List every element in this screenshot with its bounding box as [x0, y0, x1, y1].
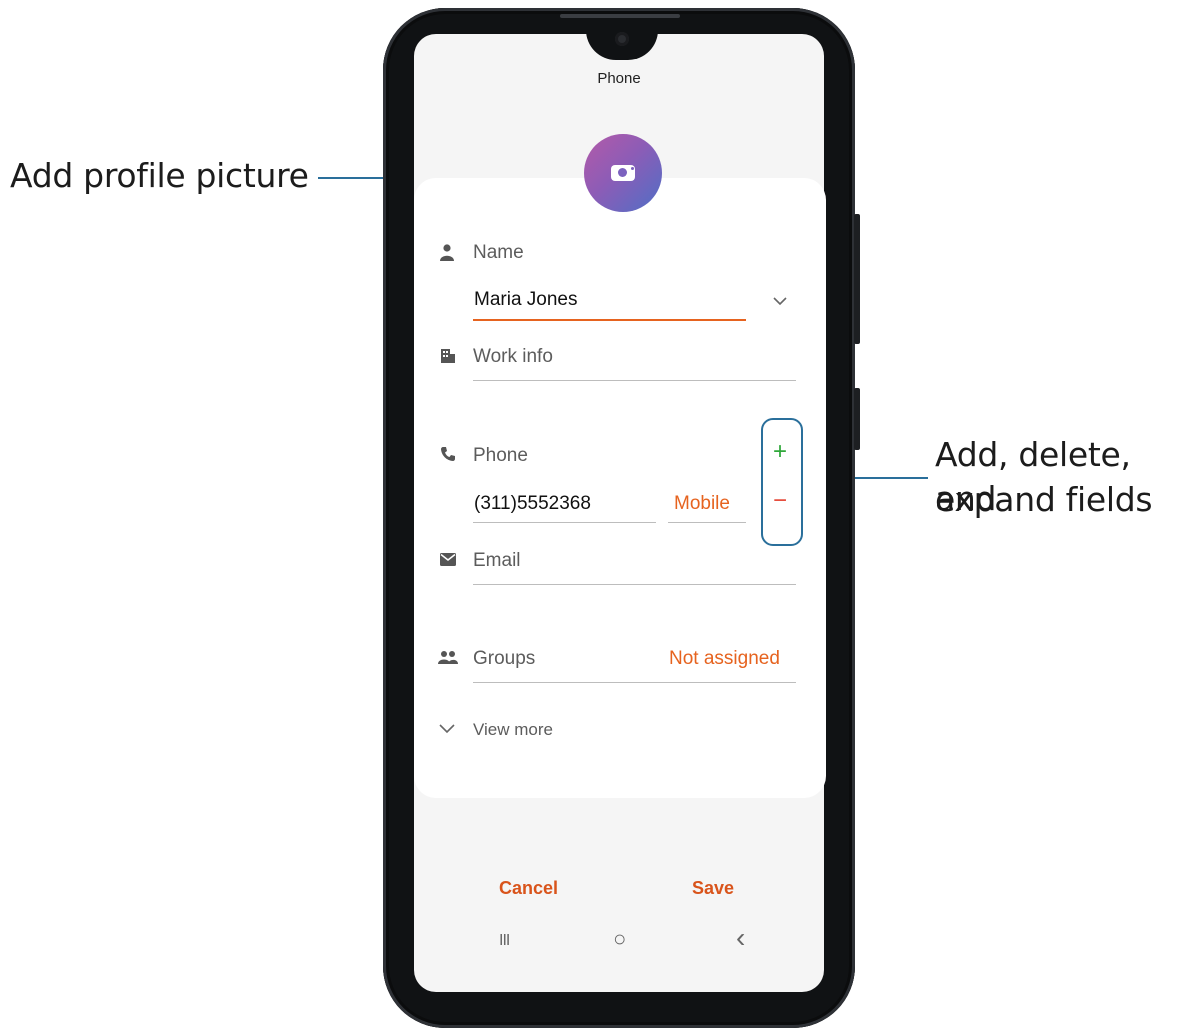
- earpiece-slot: [560, 14, 680, 18]
- email-icon: [440, 553, 456, 566]
- chevron-down-icon[interactable]: [772, 296, 788, 306]
- groups-label: Groups: [473, 648, 536, 669]
- work-info-field[interactable]: Work info: [473, 346, 553, 368]
- building-icon: [441, 349, 455, 363]
- name-underline: [473, 319, 746, 321]
- cancel-button[interactable]: Cancel: [499, 878, 558, 899]
- phone-icon: [441, 447, 455, 461]
- person-icon: [440, 244, 454, 261]
- work-info-underline: [473, 380, 796, 381]
- view-more-button[interactable]: View more: [473, 720, 553, 740]
- phone-type-select[interactable]: Mobile: [674, 493, 730, 515]
- home-nav-button[interactable]: ○: [613, 926, 626, 952]
- add-field-button[interactable]: +: [768, 438, 792, 466]
- callout-add-profile-picture: Add profile picture: [10, 156, 309, 195]
- email-field[interactable]: Email: [473, 550, 521, 572]
- email-underline: [473, 584, 796, 585]
- page-title: Phone: [597, 70, 641, 87]
- callout-fields-line2: expand fields: [935, 480, 1153, 519]
- name-label: Name: [473, 242, 524, 263]
- expand-chevron-icon: [439, 724, 455, 734]
- remove-field-button[interactable]: −: [768, 487, 792, 515]
- groups-underline: [473, 682, 796, 683]
- groups-select[interactable]: Not assigned: [669, 648, 780, 670]
- phone-type-underline: [668, 522, 746, 523]
- phone-label: Phone: [473, 445, 528, 466]
- power-button: [854, 388, 860, 450]
- back-nav-button[interactable]: ‹: [736, 922, 745, 954]
- add-profile-picture-button[interactable]: [584, 134, 662, 212]
- name-input[interactable]: Maria Jones: [474, 289, 578, 311]
- save-button[interactable]: Save: [692, 878, 734, 899]
- phone-number-underline: [473, 522, 656, 523]
- front-camera: [615, 32, 629, 46]
- camera-lens: [618, 168, 627, 177]
- groups-icon: [438, 651, 458, 664]
- recents-nav-button[interactable]: III: [499, 932, 510, 950]
- camera-flash: [631, 167, 634, 170]
- volume-button: [854, 214, 860, 344]
- phone-number-input[interactable]: (311)5552368: [474, 493, 591, 515]
